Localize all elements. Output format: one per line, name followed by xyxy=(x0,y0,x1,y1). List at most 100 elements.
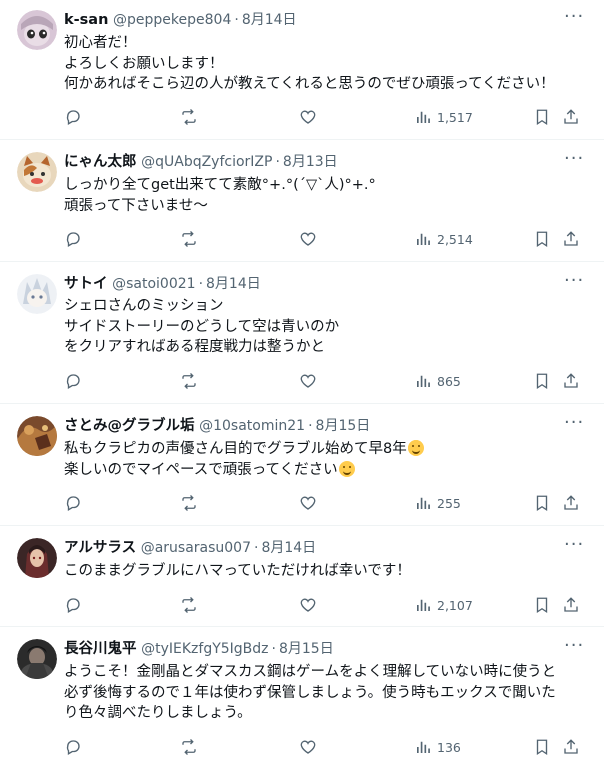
views-button[interactable]: 255 xyxy=(414,493,461,513)
more-icon[interactable]: ··· xyxy=(564,536,584,558)
user-handle[interactable]: @peppekepe804 xyxy=(113,12,231,28)
user-handle[interactable]: @tyIEKzfgY5IgBdz xyxy=(141,641,268,657)
reply-button[interactable] xyxy=(64,371,82,391)
views-button[interactable]: 1,517 xyxy=(414,107,473,127)
user-handle[interactable]: @satoi0021 xyxy=(112,276,195,292)
tweet-date[interactable]: 8月13日 xyxy=(283,154,338,170)
like-button[interactable] xyxy=(299,493,317,513)
tweet-text: 初心者だ！ よろしくお願いします！ 何かあればそこら辺の人が教えてくれると思うの… xyxy=(64,33,590,95)
reply-button[interactable] xyxy=(64,737,82,757)
tweet-text: 私もクラピカの声優さん目的でグラブル始めて早8年 楽しいのでマイペースで頑張って… xyxy=(64,439,590,480)
share-button[interactable] xyxy=(562,595,580,615)
reply-icon xyxy=(66,598,80,613)
bookmark-button[interactable] xyxy=(533,107,551,127)
views-icon xyxy=(417,599,430,611)
bookmark-button[interactable] xyxy=(533,493,551,513)
tweet[interactable]: 長谷川鬼平 @tyIEKzfgY5IgBdz · 8月15日 ··· ようこそ！金剛… xyxy=(0,627,604,775)
views-button[interactable]: 865 xyxy=(414,371,461,391)
avatar[interactable] xyxy=(17,274,57,314)
share-button[interactable] xyxy=(562,493,580,513)
like-icon xyxy=(300,232,316,246)
bookmark-button[interactable] xyxy=(533,595,551,615)
tweet-date[interactable]: 8月14日 xyxy=(206,276,261,292)
like-button[interactable] xyxy=(299,737,317,757)
more-icon[interactable]: ··· xyxy=(564,8,584,30)
tweet-date[interactable]: 8月14日 xyxy=(242,12,297,28)
tweet[interactable]: サトイ @satoi0021 · 8月14日 ··· シェロさんのミッション サイド… xyxy=(0,262,604,404)
like-icon xyxy=(300,374,316,388)
views-button[interactable]: 2,107 xyxy=(414,595,473,615)
bookmark-button[interactable] xyxy=(533,229,551,249)
tweet-header: にゃん太郎 @qUAbqZyfciorIZP · 8月13日 xyxy=(64,152,338,172)
share-button[interactable] xyxy=(562,371,580,391)
like-button[interactable] xyxy=(299,107,317,127)
retweet-button[interactable] xyxy=(180,737,198,757)
like-button[interactable] xyxy=(299,595,317,615)
action-bar: 1,517 xyxy=(64,107,584,127)
retweet-button[interactable] xyxy=(180,107,198,127)
display-name[interactable]: アルサラス xyxy=(64,540,136,556)
reply-icon xyxy=(66,110,80,125)
views-icon xyxy=(417,111,430,123)
share-button[interactable] xyxy=(562,229,580,249)
avatar[interactable] xyxy=(17,416,57,456)
reply-button[interactable] xyxy=(64,107,82,127)
more-icon[interactable]: ··· xyxy=(564,637,584,659)
display-name[interactable]: さとみ@グラブル垢 xyxy=(64,418,195,434)
view-count: 1,517 xyxy=(437,109,473,125)
tweet-date[interactable]: 8月15日 xyxy=(279,641,334,657)
separator-dot: · xyxy=(198,276,204,292)
display-name[interactable]: サトイ xyxy=(64,276,108,292)
like-button[interactable] xyxy=(299,229,317,249)
display-name[interactable]: k-san xyxy=(64,12,108,28)
bookmark-button[interactable] xyxy=(533,371,551,391)
view-count: 136 xyxy=(437,739,461,755)
more-icon[interactable]: ··· xyxy=(564,272,584,294)
user-handle[interactable]: @arusarasu007 xyxy=(141,540,251,556)
views-button[interactable]: 136 xyxy=(414,737,461,757)
like-button[interactable] xyxy=(299,371,317,391)
tweet[interactable]: アルサラス @arusarasu007 · 8月14日 ··· このままグラブルにハ… xyxy=(0,526,604,627)
avatar[interactable] xyxy=(17,538,57,578)
user-handle[interactable]: @10satomin21 xyxy=(199,418,305,434)
bookmark-icon xyxy=(536,597,548,614)
bookmark-button[interactable] xyxy=(533,737,551,757)
view-count: 2,514 xyxy=(437,231,473,247)
avatar[interactable] xyxy=(17,639,57,679)
views-button[interactable]: 2,514 xyxy=(414,229,473,249)
share-icon xyxy=(564,109,578,124)
views-icon xyxy=(417,375,430,387)
tweet[interactable]: にゃん太郎 @qUAbqZyfciorIZP · 8月13日 ··· しっかり全てg… xyxy=(0,140,604,262)
reply-button[interactable] xyxy=(64,595,82,615)
view-count: 865 xyxy=(437,373,461,389)
views-icon xyxy=(417,497,430,509)
retweet-button[interactable] xyxy=(180,595,198,615)
like-icon xyxy=(300,740,316,754)
user-handle[interactable]: @qUAbqZyfciorIZP xyxy=(141,154,272,170)
share-button[interactable] xyxy=(562,107,580,127)
display-name[interactable]: 長谷川鬼平 xyxy=(64,641,137,657)
tweet-text-line: をクリアすればある程度戦力は整うかと xyxy=(64,339,325,355)
display-name[interactable]: にゃん太郎 xyxy=(64,154,137,170)
retweet-icon xyxy=(182,495,196,511)
avatar[interactable] xyxy=(17,10,57,50)
retweet-button[interactable] xyxy=(180,229,198,249)
tweet[interactable]: さとみ@グラブル垢 @10satomin21 · 8月15日 ··· 私もクラピカの… xyxy=(0,404,604,526)
tweet-date[interactable]: 8月15日 xyxy=(316,418,371,434)
separator-dot: · xyxy=(271,641,276,657)
tweet[interactable]: k-san @peppekepe804 · 8月14日 ··· 初心者だ！ よろしく… xyxy=(0,0,604,140)
more-icon[interactable]: ··· xyxy=(564,414,584,436)
reply-icon xyxy=(66,740,80,755)
more-icon[interactable]: ··· xyxy=(564,150,584,172)
reply-button[interactable] xyxy=(64,229,82,249)
tweet-text: ようこそ！金剛晶とダマスカス鋼はゲームをよく理解していない時に使うと 必ず後悔す… xyxy=(64,662,590,724)
tweet-date[interactable]: 8月14日 xyxy=(261,540,316,556)
action-bar: 255 xyxy=(64,493,584,513)
retweet-button[interactable] xyxy=(180,371,198,391)
share-button[interactable] xyxy=(562,737,580,757)
reply-button[interactable] xyxy=(64,493,82,513)
action-bar: 2,107 xyxy=(64,595,584,615)
retweet-button[interactable] xyxy=(180,493,198,513)
avatar[interactable] xyxy=(17,152,57,192)
tweet-text-line: よろしくお願いします！ xyxy=(64,55,224,72)
